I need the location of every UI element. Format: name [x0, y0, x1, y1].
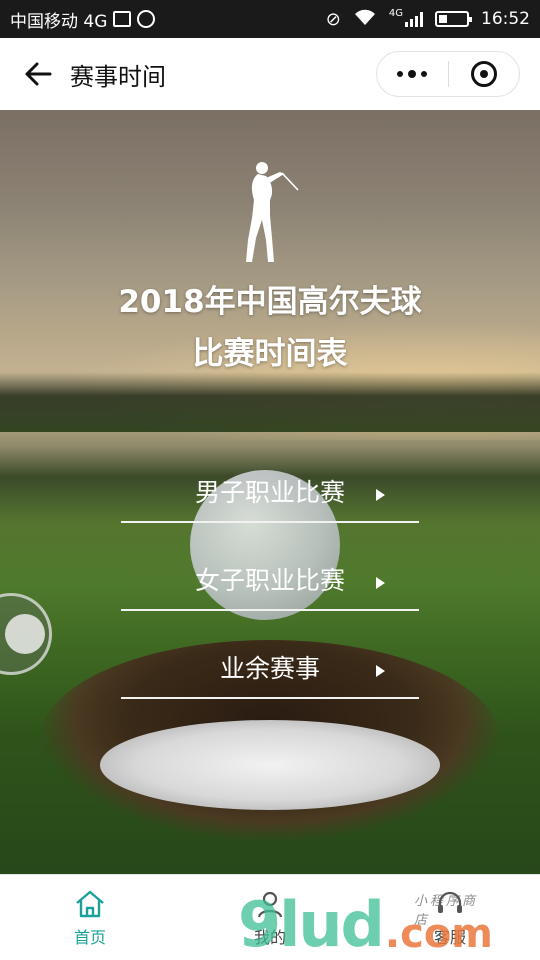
competition-menu: 男子职业比赛 女子职业比赛 业余赛事: [121, 435, 419, 699]
more-dots-icon: [397, 71, 404, 77]
target-circle-icon: [470, 61, 497, 87]
page-title: 赛事时间: [70, 62, 166, 91]
menu-item-label: 男子职业比赛: [194, 478, 345, 507]
home-icon: [74, 888, 106, 920]
mute-icon: ⊘: [325, 8, 341, 30]
menu-item-womens-pro[interactable]: 女子职业比赛: [121, 523, 419, 611]
menu-item-amateur[interactable]: 业余赛事: [121, 611, 419, 699]
tab-label: 首页: [73, 927, 106, 947]
more-button[interactable]: [377, 70, 448, 78]
floating-assistive-button[interactable]: [0, 593, 52, 675]
triangle-right-icon: [376, 577, 385, 589]
signal-icon: [405, 11, 423, 27]
hero-title-line2: 比赛时间表: [192, 336, 348, 372]
tab-bar: 首页 我的 客服: [0, 874, 540, 960]
hero-title-line1: 2018年中国高尔夫球: [118, 284, 422, 320]
back-button[interactable]: [20, 56, 56, 92]
golfer-silhouette-icon: [246, 162, 299, 262]
status-bar: 中国移动 4G ⊘ 4G 16:52: [0, 0, 540, 38]
carrier-text: 中国移动 4G: [10, 11, 108, 32]
tab-label: 客服: [433, 927, 466, 947]
wifi-icon: [353, 8, 377, 31]
triangle-right-icon: [376, 665, 385, 677]
menu-item-mens-pro[interactable]: 男子职业比赛: [121, 435, 419, 523]
close-button[interactable]: [449, 61, 520, 87]
triangle-right-icon: [376, 489, 385, 501]
menu-item-label: 女子职业比赛: [194, 566, 345, 595]
hero-title: 2018年中国高尔夫球 比赛时间表: [0, 276, 540, 380]
tab-service[interactable]: 客服: [360, 875, 540, 960]
headset-icon: [434, 888, 466, 920]
hero-background: 2018年中国高尔夫球 比赛时间表 男子职业比赛 女子职业比赛 业余赛事: [0, 110, 540, 874]
image-icon: [113, 11, 132, 27]
battery-icon: [435, 11, 472, 27]
user-icon: [254, 888, 286, 920]
mini-program-capsule: [376, 51, 520, 97]
arrow-left-icon: [25, 62, 52, 86]
menu-item-label: 业余赛事: [219, 654, 320, 683]
network-type: 4G: [388, 7, 403, 19]
nav-bar: 赛事时间: [0, 38, 540, 110]
tab-home[interactable]: 首页: [0, 875, 180, 960]
face-icon: [137, 10, 156, 28]
tab-label: 我的: [253, 927, 286, 947]
tab-mine[interactable]: 我的: [180, 875, 360, 960]
clock-text: 16:52: [481, 9, 530, 29]
